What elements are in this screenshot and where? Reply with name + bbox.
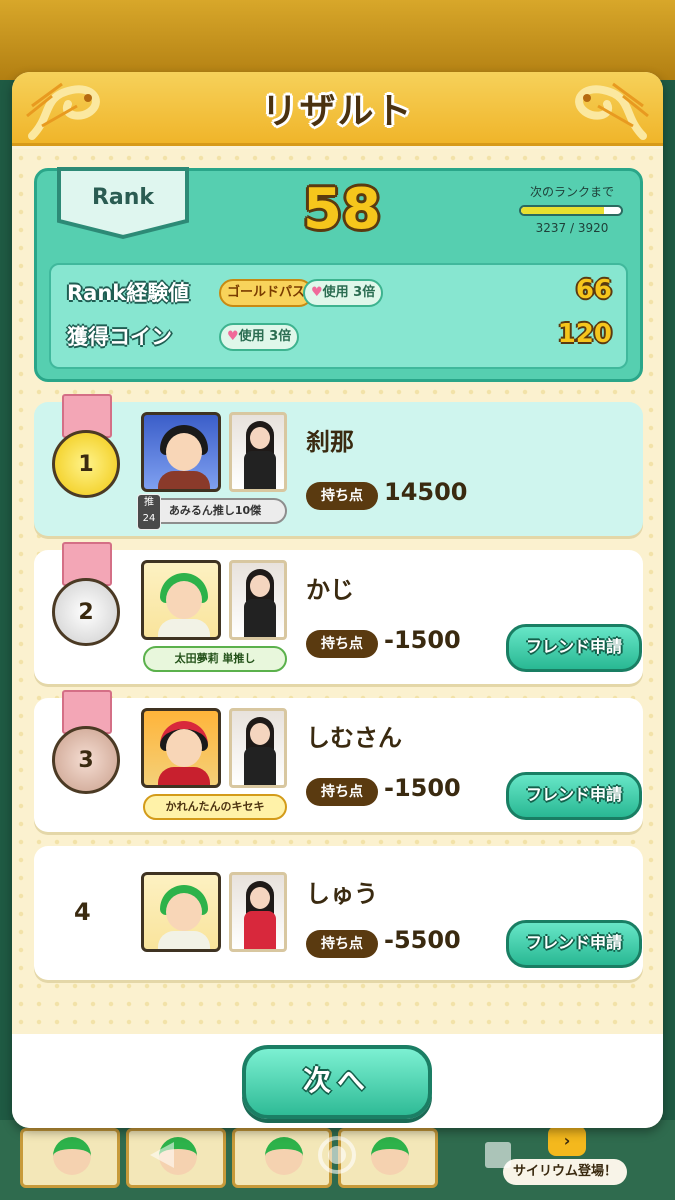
- psyllium-banner: サイリウム登場！: [503, 1159, 628, 1185]
- android-home-icon[interactable]: [318, 1136, 356, 1174]
- member-card[interactable]: [229, 708, 287, 788]
- avatar[interactable]: [141, 560, 221, 640]
- rank-progress-text: 3237 / 3920: [535, 221, 609, 235]
- result-row: 3 かれんたんのキセキ しむさん 持ち点 -1500 フレンド申請: [34, 690, 643, 832]
- player-name: 刹那: [306, 428, 354, 456]
- game-background-top: [0, 0, 675, 80]
- result-dialog: リザルト Rank 58 次のランクまで 3237 / 3920 Rank経験値…: [12, 72, 663, 1128]
- player-name: かじ: [306, 576, 354, 604]
- avatar[interactable]: [141, 412, 221, 492]
- dialog-title: リザルト: [261, 91, 414, 132]
- android-back-icon[interactable]: [150, 1142, 174, 1168]
- next-button[interactable]: 次へ: [242, 1045, 432, 1119]
- avatar[interactable]: [141, 872, 221, 952]
- medal-gold: 1: [52, 394, 122, 510]
- score-value: -1500: [384, 774, 461, 802]
- rank-progress-bar: [519, 205, 623, 216]
- result-row: 4 しゅう 持ち点 -5500 フレンド申請: [34, 846, 643, 980]
- coin-value: 120: [557, 319, 612, 349]
- medal-bronze: 3: [52, 690, 122, 806]
- score-label: 持ち点: [306, 778, 378, 806]
- medal-rank: 3: [52, 726, 120, 794]
- exp-label: Rank経験値: [67, 281, 190, 305]
- heart-icon: ♥: [311, 285, 323, 300]
- member-card[interactable]: [229, 560, 287, 640]
- title-tag: あみるん推し10傑: [143, 498, 287, 524]
- score-value: -1500: [384, 626, 461, 654]
- friend-request-button[interactable]: フレンド申請: [506, 772, 642, 820]
- android-recent-icon[interactable]: [485, 1142, 511, 1168]
- chevron-right-icon[interactable]: ›: [548, 1126, 586, 1156]
- medal-rank: 1: [52, 430, 120, 498]
- bg-character-thumb: [232, 1128, 332, 1188]
- oshi-badge: 推 24: [137, 494, 161, 530]
- member-card[interactable]: [229, 412, 287, 492]
- title-tag: かれんたんのキセキ: [143, 794, 287, 820]
- exp-value: 66: [575, 275, 612, 305]
- rank-progress-fill: [521, 207, 604, 214]
- score-value: -5500: [384, 926, 461, 954]
- friend-request-button[interactable]: フレンド申請: [506, 920, 642, 968]
- friend-request-button[interactable]: フレンド申請: [506, 624, 642, 672]
- rank-panel: Rank 58 次のランクまで 3237 / 3920 Rank経験値 ゴールド…: [34, 167, 643, 382]
- avatar[interactable]: [141, 708, 221, 788]
- heart-icon: ♥: [227, 329, 239, 344]
- coin-multiplier-pill: ♥使用 3倍: [219, 323, 300, 351]
- rank-level: 58: [303, 177, 381, 242]
- medal-rank: 2: [52, 578, 120, 646]
- title-tag: 太田夢莉 単推し: [143, 646, 287, 672]
- score-value: 14500: [384, 478, 468, 506]
- result-row: 1 あみるん推し10傑 推 24 刹那 持ち点 14500: [34, 394, 643, 536]
- gold-pass-pill: ゴールドパス: [219, 279, 314, 307]
- exp-row: Rank経験値 ゴールドパス ♥使用 3倍 66: [51, 273, 630, 313]
- player-name: しゅう: [306, 880, 378, 908]
- player-name: しむさん: [306, 724, 402, 752]
- score-label: 持ち点: [306, 630, 378, 658]
- exp-multiplier-pill: ♥使用 3倍: [303, 279, 384, 307]
- bg-character-thumb: [20, 1128, 120, 1188]
- dialog-header: リザルト: [12, 72, 663, 146]
- bg-character-thumb: [126, 1128, 226, 1188]
- coin-label: 獲得コイン: [67, 325, 172, 349]
- rewards-box: Rank経験値 ゴールドパス ♥使用 3倍 66 獲得コイン ♥使用 3倍 12…: [49, 263, 628, 369]
- score-label: 持ち点: [306, 930, 378, 958]
- score-label: 持ち点: [306, 482, 378, 510]
- rank-badge-label: Rank: [91, 185, 155, 210]
- rank-number: 4: [74, 898, 91, 926]
- member-card[interactable]: [229, 872, 287, 952]
- medal-silver: 2: [52, 542, 122, 658]
- coin-row: 獲得コイン ♥使用 3倍 120: [51, 317, 630, 357]
- result-row: 2 太田夢莉 単推し かじ 持ち点 -1500 フレンド申請: [34, 542, 643, 684]
- next-rank-label: 次のランクまで: [529, 185, 614, 199]
